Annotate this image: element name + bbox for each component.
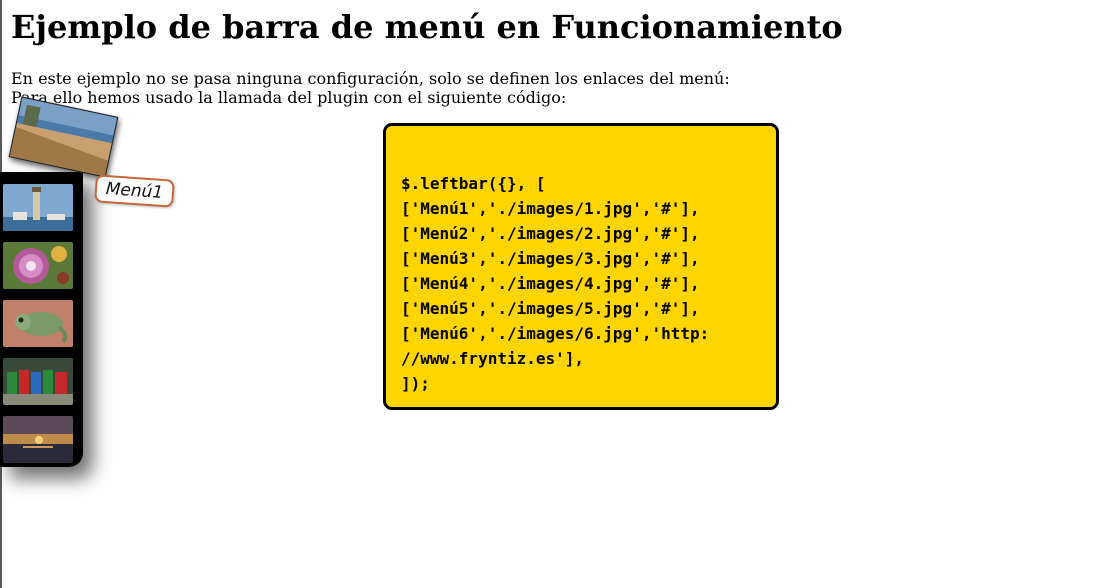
code-line: ['Menú2','./images/2.jpg','#'], [401,224,700,243]
page-title: Ejemplo de barra de menú en Funcionamien… [11,8,843,46]
menu-item-4-chameleon[interactable] [3,300,73,347]
code-line: ['Menú4','./images/4.jpg','#'], [401,274,700,293]
intro-line-1: En este ejemplo no se pasa ninguna confi… [11,69,730,88]
beach-icon [9,97,118,177]
menu-item-1-beach-hovered[interactable] [8,96,119,178]
code-line: ]); [401,374,430,393]
lighthouse-icon [3,184,73,231]
menu-item-5-band[interactable] [3,358,73,405]
code-line: $.leftbar({}, [ [401,174,546,193]
menu-item-2-lighthouse[interactable] [3,184,73,231]
menu-item-3-flower[interactable] [3,242,73,289]
code-line: ['Menú3','./images/3.jpg','#'], [401,249,700,268]
flower-icon [3,242,73,289]
sunset-icon [3,416,73,463]
menu-item-6-sunset[interactable] [3,416,73,463]
code-line: ['Menú1','./images/1.jpg','#'], [401,199,700,218]
left-menu-bar [0,172,83,467]
intro-text: En este ejemplo no se pasa ninguna confi… [11,69,730,107]
code-line: ['Menú5','./images/5.jpg','#'], [401,299,700,318]
chameleon-icon [3,300,73,347]
band-icon [3,358,73,405]
code-line: //www.fryntiz.es'], [401,349,585,368]
code-line: ['Menú6','./images/6.jpg','http: [401,324,710,343]
code-sample-box: $.leftbar({}, [ ['Menú1','./images/1.jpg'… [383,123,779,410]
code-block: $.leftbar({}, [ ['Menú1','./images/1.jpg'… [401,171,709,396]
intro-line-2: Para ello hemos usado la llamada del plu… [11,88,567,107]
menu-hover-label: Menú1 [94,174,175,208]
